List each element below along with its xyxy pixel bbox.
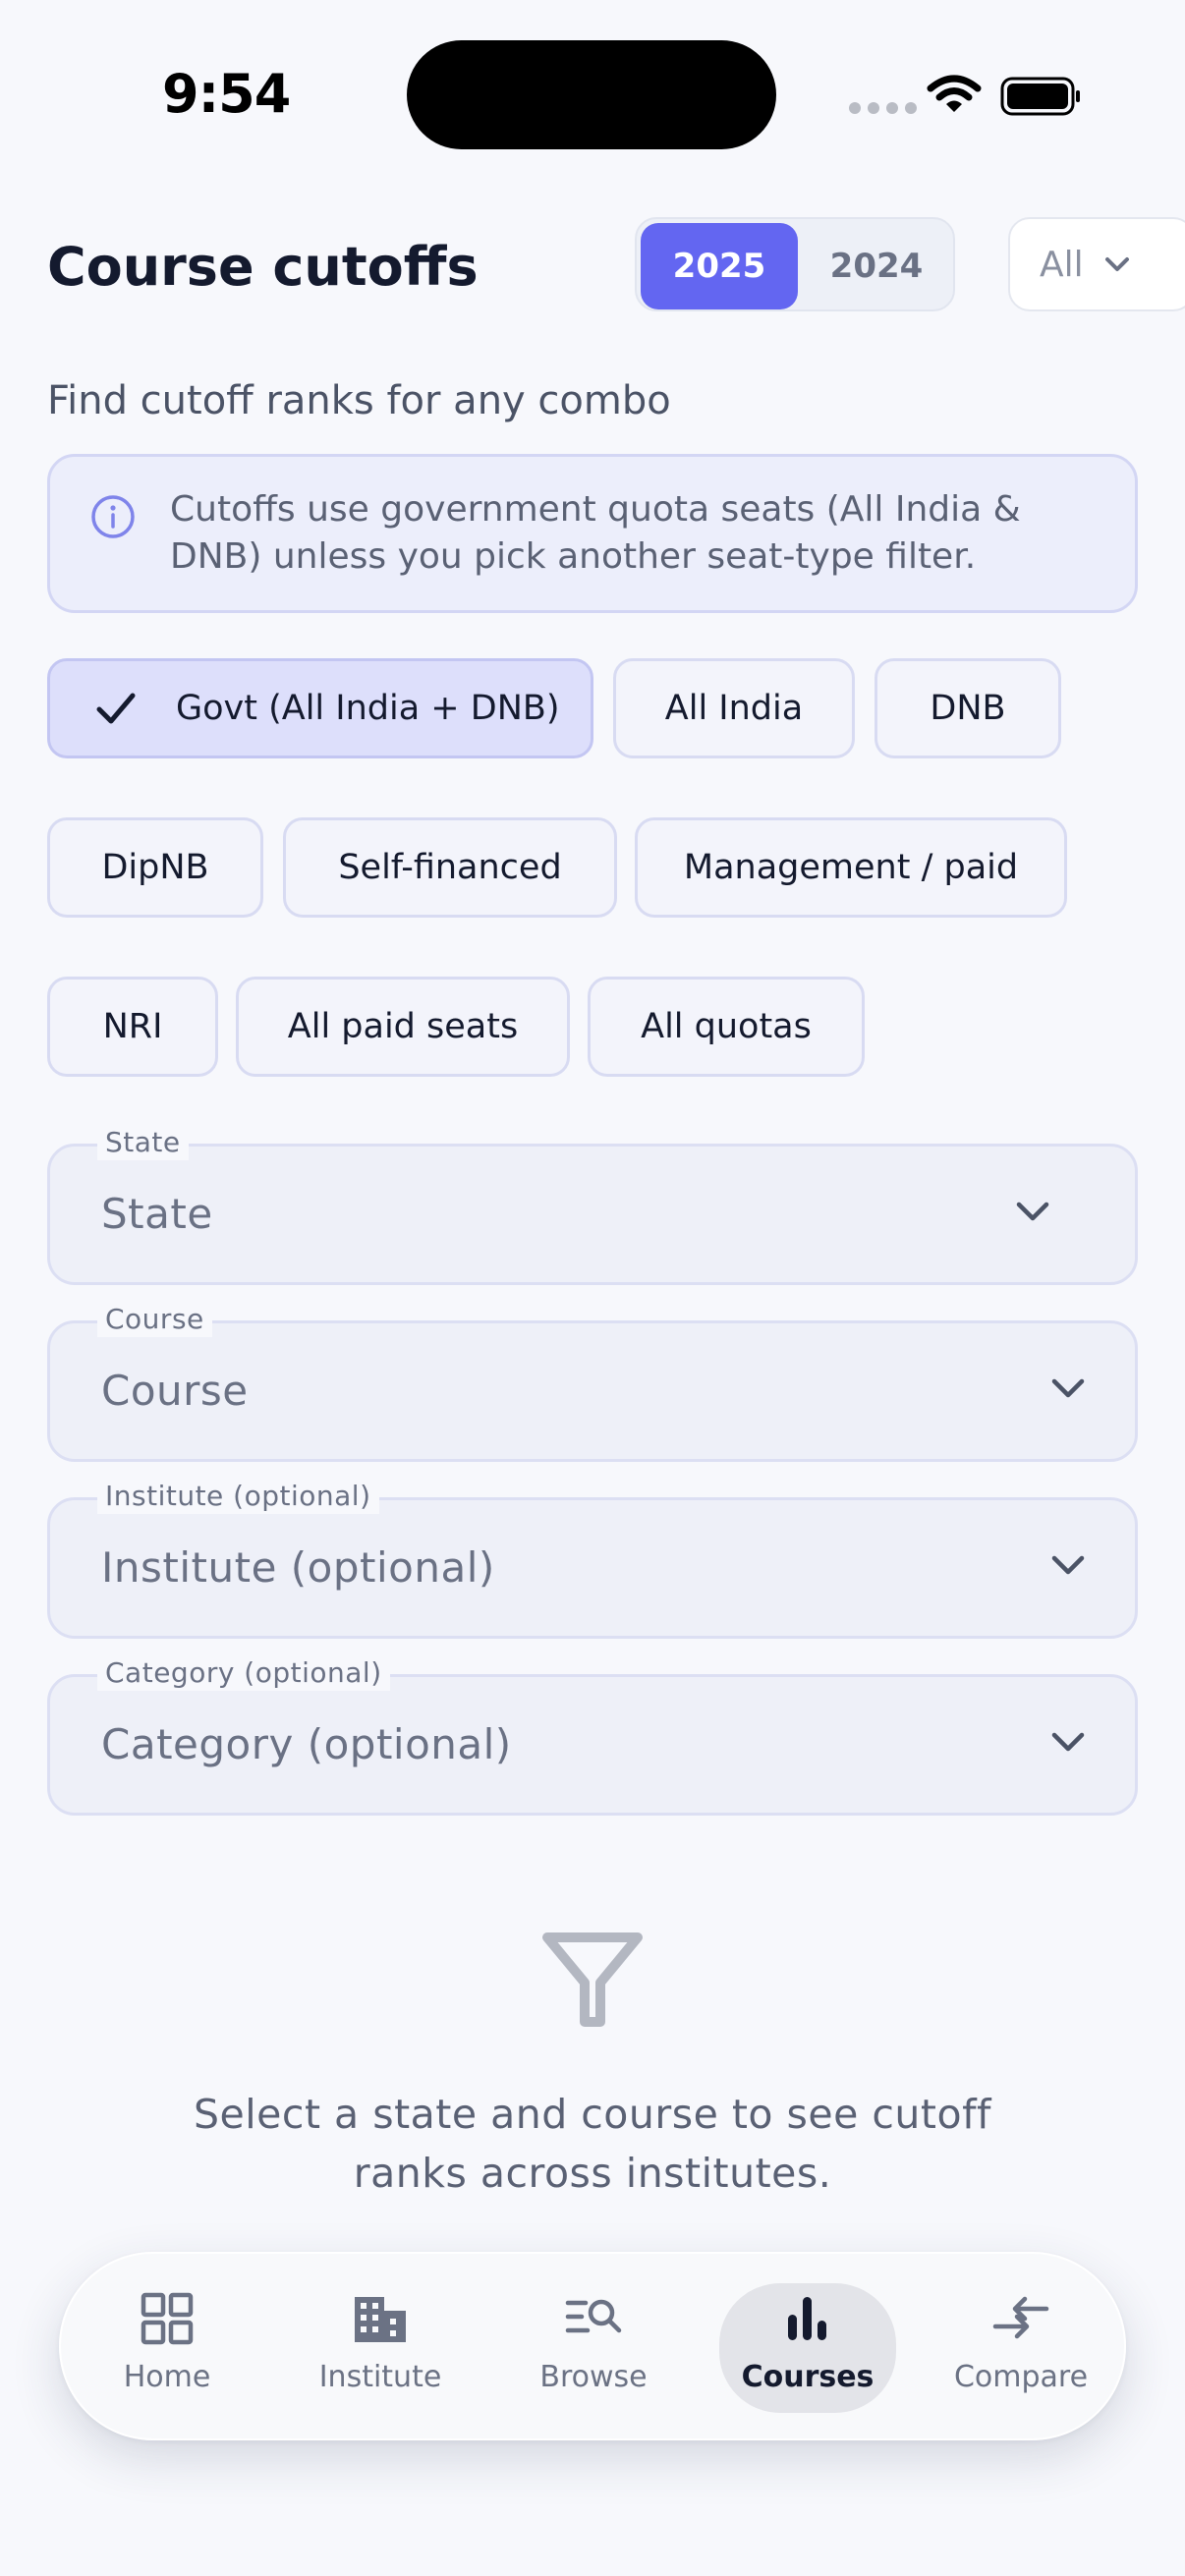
chip-label: Self-financed (338, 848, 562, 887)
filter-dropdown-value: All (1040, 244, 1084, 285)
institute-dropdown[interactable]: Institute (optional) Institute (optional… (47, 1479, 1138, 1639)
nav-home[interactable]: Home (79, 2283, 255, 2413)
chip-all-quotas[interactable]: All quotas (588, 977, 865, 1077)
category-label: Category (optional) (97, 1655, 390, 1691)
year-2025-button[interactable]: 2025 (641, 223, 798, 309)
chevron-down-icon (1051, 1555, 1085, 1575)
institute-value: Institute (optional) (101, 1543, 495, 1592)
chevron-down-icon (1016, 1202, 1049, 1221)
chevron-down-icon (1051, 1732, 1085, 1752)
chevron-down-icon (1051, 1378, 1085, 1398)
bottom-nav: Home Institute Browse Courses Compare (59, 2252, 1126, 2440)
wifi-icon (927, 75, 982, 112)
chip-management-paid[interactable]: Management / paid (635, 817, 1067, 918)
chevron-down-icon (1104, 257, 1129, 271)
state-dropdown[interactable]: State State (47, 1125, 1138, 1285)
chip-label: DNB (930, 689, 1006, 728)
chip-nri[interactable]: NRI (47, 977, 218, 1077)
status-time: 9:54 (162, 63, 291, 125)
year-2024-button[interactable]: 2024 (798, 223, 955, 309)
nav-institute[interactable]: Institute (292, 2283, 469, 2413)
checkmark-icon (96, 693, 136, 724)
chip-self-financed[interactable]: Self-financed (283, 817, 617, 918)
state-label: State (97, 1125, 189, 1160)
funnel-icon (542, 1932, 643, 2027)
nav-institute-label: Institute (318, 2360, 442, 2394)
nav-compare[interactable]: Compare (932, 2283, 1109, 2413)
building-icon (355, 2297, 406, 2342)
nav-courses[interactable]: Courses (719, 2283, 896, 2413)
empty-state-message: Select a state and course to see cutoff … (194, 2091, 991, 2197)
nav-home-label: Home (123, 2360, 211, 2394)
page-subtitle: Find cutoff ranks for any combo (47, 378, 671, 423)
chip-all-india[interactable]: All India (613, 658, 855, 758)
chip-dnb[interactable]: DNB (875, 658, 1061, 758)
category-dropdown[interactable]: Category (optional) Category (optional) (47, 1655, 1138, 1816)
chip-label: All quotas (641, 1007, 812, 1046)
info-text: Cutoffs use government quota seats (All … (170, 489, 1021, 577)
year-toggle: 2025 2024 (635, 217, 955, 311)
course-label: Course (97, 1302, 212, 1337)
nav-courses-label: Courses (741, 2360, 875, 2394)
state-value: State (101, 1190, 213, 1238)
bar-chart-icon (788, 2297, 826, 2340)
chip-govt-all-india-dnb[interactable]: Govt (All India + DNB) (47, 658, 593, 758)
page-title: Course cutoffs (47, 236, 479, 298)
course-dropdown[interactable]: Course Course (47, 1302, 1138, 1462)
cellular-signal-icon (849, 102, 917, 114)
grid-icon (141, 2292, 194, 2345)
browse-search-icon (565, 2299, 622, 2333)
chip-label: Govt (All India + DNB) (176, 689, 560, 728)
chip-label: All India (664, 689, 804, 728)
chip-label: Management / paid (683, 848, 1019, 887)
chip-dipnb[interactable]: DipNB (47, 817, 263, 918)
chip-label: DipNB (101, 848, 209, 887)
compare-arrows-icon (992, 2296, 1049, 2339)
chip-label: All paid seats (287, 1007, 519, 1046)
institute-label: Institute (optional) (97, 1479, 379, 1514)
chip-label: NRI (102, 1007, 163, 1046)
nav-browse[interactable]: Browse (505, 2283, 682, 2413)
info-banner: Cutoffs use government quota seats (All … (47, 454, 1138, 613)
filter-dropdown[interactable]: All (1008, 217, 1185, 311)
nav-compare-label: Compare (953, 2360, 1089, 2394)
course-value: Course (101, 1367, 249, 1415)
battery-icon (1000, 77, 1080, 116)
category-value: Category (optional) (101, 1720, 512, 1768)
nav-browse-label: Browse (539, 2360, 648, 2394)
dynamic-island (407, 40, 776, 149)
chip-all-paid-seats[interactable]: All paid seats (236, 977, 570, 1077)
info-icon (91, 495, 135, 538)
